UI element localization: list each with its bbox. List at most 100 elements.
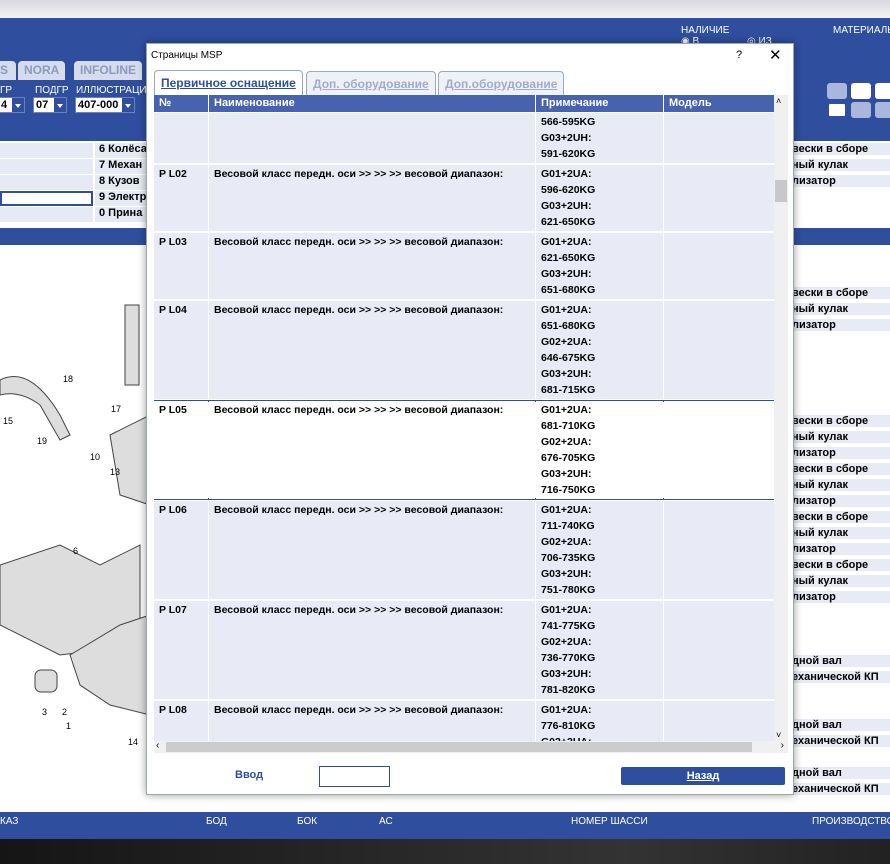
back-button[interactable]: Назад — [621, 767, 785, 785]
group-row[interactable] — [0, 207, 93, 222]
part-row-text[interactable]: лизатор — [790, 447, 890, 459]
part-row-text[interactable]: еханической КП — [790, 671, 890, 683]
msp-table: № Наименование Примечание Модель 566-595… — [154, 95, 774, 741]
part-row-text[interactable]: ный кулак — [790, 575, 890, 587]
col-name[interactable]: Наименование — [209, 95, 535, 112]
tab-infoline[interactable]: INFOLINE — [74, 61, 142, 80]
cell-no: P L07 — [154, 601, 208, 699]
table-row[interactable]: 566-595KG G03+2UH: 591-620KG — [154, 113, 774, 163]
cell-model — [664, 701, 774, 741]
part-row-text[interactable]: вески в сборе — [790, 287, 890, 299]
cell-name: Весовой класс передн. оси >> >> >> весов… — [209, 501, 535, 599]
msp-pages-dialog: Страницы MSP ? ✕ Первичное оснащение Доп… — [146, 43, 794, 795]
part-row-text[interactable]: ный кулак — [790, 479, 890, 491]
subgroup-select[interactable]: 07 — [33, 97, 67, 113]
help-button[interactable]: ? — [736, 49, 742, 61]
vertical-scrollbar[interactable]: ˄ ˅ — [774, 95, 788, 741]
part-row-text[interactable]: лизатор — [790, 495, 890, 507]
tab-extra-equipment-2[interactable]: Доп.оборудование — [438, 71, 565, 95]
cell-model — [664, 601, 774, 699]
tab-extra-equipment[interactable]: Доп. оборудование — [306, 71, 436, 95]
card-icon[interactable] — [827, 102, 847, 118]
group-value: 4 — [1, 99, 8, 111]
disc-icon[interactable] — [851, 83, 871, 99]
scroll-down-icon[interactable]: ˅ — [776, 730, 781, 740]
hscroll-thumb[interactable] — [166, 742, 752, 752]
cell-name: Весовой класс передн. оси >> >> >> весов… — [209, 701, 535, 741]
part-row-text[interactable]: вески в сборе — [790, 415, 890, 427]
dialog-title: Страницы MSP — [151, 50, 223, 61]
part-row-text[interactable]: вески в сборе — [790, 511, 890, 523]
part-row-text[interactable]: дной вал — [790, 655, 890, 667]
cell-no: P L03 — [154, 233, 208, 299]
table-row[interactable]: P L07 Весовой класс передн. оси >> >> >>… — [154, 601, 774, 699]
tab-nora[interactable]: NORA — [18, 61, 66, 80]
part-row-text[interactable]: лизатор — [790, 319, 890, 331]
cell-no: P L05 — [154, 401, 208, 499]
footer-bok: БОК — [297, 816, 318, 827]
part-row-text[interactable]: лизатор — [790, 543, 890, 555]
cell-name: Весовой класс передн. оси >> >> >> весов… — [209, 401, 535, 499]
note-line: G03+2UH: — [541, 368, 592, 380]
strut-shape — [124, 304, 140, 386]
part-row-text[interactable]: ный кулак — [790, 159, 890, 171]
scroll-left-icon[interactable]: ‹ — [156, 740, 159, 751]
table-row[interactable]: P L08 Весовой класс передн. оси >> >> >>… — [154, 701, 774, 741]
tab-s[interactable]: S — [0, 61, 16, 80]
tab-primary-equipment[interactable]: Первичное оснащение — [154, 70, 303, 95]
chevron-down-icon — [54, 98, 66, 112]
tool-icon[interactable] — [875, 83, 890, 99]
part-row-text[interactable]: вески в сборе — [790, 143, 890, 155]
group-row[interactable] — [0, 159, 93, 174]
callout-label: 14 — [128, 737, 138, 747]
footer-as: АС — [379, 816, 393, 827]
scroll-thumb[interactable] — [775, 180, 787, 202]
scroll-up-icon[interactable]: ˄ — [776, 96, 781, 106]
part-row-text[interactable]: ный кулак — [790, 303, 890, 315]
subgroup-value: 07 — [36, 99, 49, 111]
note-line: 676-705KG — [541, 452, 596, 464]
note-line: 681-710KG — [541, 420, 596, 432]
close-button[interactable]: ✕ — [769, 46, 782, 64]
group-row[interactable] — [0, 175, 93, 190]
group-row[interactable] — [0, 143, 93, 158]
note-line: G03+2UH: — [541, 468, 592, 480]
part-row-text[interactable]: еханической КП — [790, 735, 890, 747]
part-row-text[interactable]: ный кулак — [790, 431, 890, 443]
part-row-text[interactable]: еханической КП — [790, 783, 890, 795]
col-no[interactable]: № — [154, 95, 208, 112]
desktop-background — [0, 839, 890, 864]
note-line: 751-780KG — [541, 584, 596, 596]
note-line: 776-810KG — [541, 720, 596, 732]
part-row-text[interactable]: вески в сборе — [790, 463, 890, 475]
print-icon[interactable] — [827, 83, 847, 99]
note-line: 621-650KG — [541, 216, 596, 228]
part-row-text[interactable]: дной вал — [790, 719, 890, 731]
group-row[interactable] — [0, 191, 93, 206]
part-row-text[interactable]: вески в сборе — [790, 559, 890, 571]
hand-icon[interactable] — [875, 102, 890, 118]
note-line: 566-595KG — [541, 116, 596, 128]
col-model[interactable]: Модель — [664, 95, 774, 112]
part-row-text[interactable]: дной вал — [790, 767, 890, 779]
part-row-text[interactable]: лизатор — [790, 175, 890, 187]
cell-no: P L08 — [154, 701, 208, 741]
table-row[interactable]: P L05 Весовой класс передн. оси >> >> >>… — [154, 400, 774, 500]
cell-note: G01+2UA: 741-775KG G02+2UA: 736-770KG G03+2U… — [536, 601, 663, 699]
part-row-text[interactable]: ный кулак — [790, 527, 890, 539]
table-row[interactable]: P L02 Весовой класс передн. оси >> >> >>… — [154, 165, 774, 231]
note-line: 651-680KG — [541, 284, 596, 296]
note-line: G03+2UH: — [541, 668, 592, 680]
part-row-text[interactable]: лизатор — [790, 591, 890, 603]
table-row[interactable]: P L06 Весовой класс передн. оси >> >> >>… — [154, 501, 774, 599]
table-row[interactable]: P L04 Весовой класс передн. оси >> >> >>… — [154, 301, 774, 399]
scroll-right-icon[interactable]: › — [781, 740, 784, 751]
col-note[interactable]: Примечание — [536, 95, 663, 112]
enter-input[interactable] — [319, 766, 390, 787]
horizontal-scrollbar[interactable]: ‹ › — [154, 740, 788, 753]
knuckle-shape — [109, 414, 151, 506]
group-select[interactable]: 4 — [0, 97, 25, 113]
illustration-select[interactable]: 407-000 — [75, 97, 135, 113]
key-icon[interactable] — [851, 102, 871, 118]
table-row[interactable]: P L03 Весовой класс передн. оси >> >> >>… — [154, 233, 774, 299]
